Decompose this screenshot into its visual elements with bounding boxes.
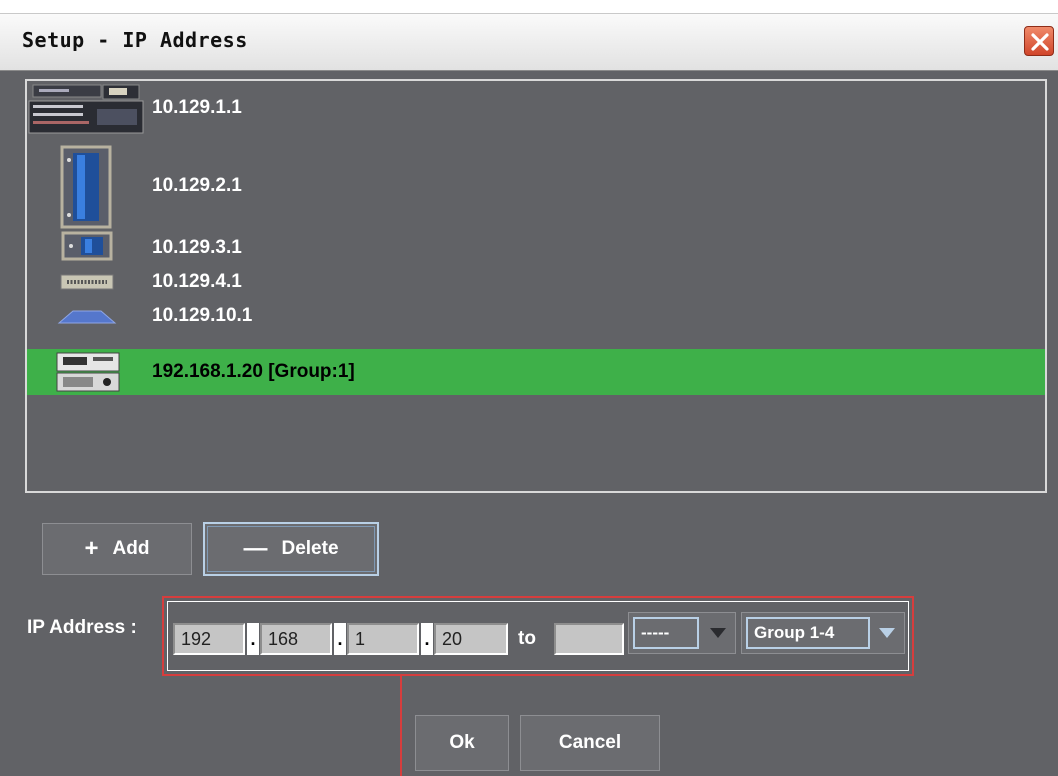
ip-octet-2-field[interactable] bbox=[260, 623, 332, 655]
ip-address-label: IP Address : bbox=[27, 617, 137, 638]
group-select[interactable]: Group 1-4 bbox=[741, 612, 905, 654]
cancel-button-label: Cancel bbox=[558, 732, 622, 753]
add-button-label: Add bbox=[112, 538, 150, 559]
recorder-device-icon bbox=[56, 352, 120, 392]
ip-separator: . bbox=[421, 623, 433, 655]
ok-button-label: Ok bbox=[449, 732, 475, 753]
device-row[interactable]: 10.129.3.1 bbox=[27, 231, 1045, 263]
router-icon bbox=[57, 310, 117, 324]
setup-ip-address-dialog: Setup - IP Address 10.129.1.1 10.129.2.1… bbox=[0, 13, 1058, 776]
range-select[interactable]: ----- bbox=[628, 612, 736, 654]
plus-icon: + bbox=[84, 535, 99, 562]
callout-pointer-line bbox=[400, 676, 402, 776]
device-row[interactable]: 10.129.2.1 bbox=[27, 145, 1045, 229]
ip-separator: . bbox=[247, 623, 259, 655]
ip-separator: . bbox=[334, 623, 346, 655]
device-row[interactable]: 10.129.1.1 bbox=[27, 83, 1045, 135]
ip-octet-1-field[interactable] bbox=[173, 623, 245, 655]
minus-icon: — bbox=[243, 535, 268, 562]
device-ip-label: 10.129.2.1 bbox=[152, 175, 242, 196]
delete-button[interactable]: — Delete bbox=[203, 522, 379, 576]
tower-server-icon bbox=[60, 145, 112, 229]
patch-panel-icon bbox=[60, 274, 114, 290]
device-row[interactable]: 10.129.10.1 bbox=[27, 299, 1045, 331]
range-select-value: ----- bbox=[633, 617, 699, 649]
device-ip-label: 10.129.3.1 bbox=[152, 237, 242, 258]
title-bar[interactable]: Setup - IP Address bbox=[0, 13, 1058, 71]
device-ip-label: 10.129.10.1 bbox=[152, 305, 253, 326]
range-end-field[interactable] bbox=[554, 623, 624, 655]
device-ip-label: 10.129.4.1 bbox=[152, 271, 242, 292]
device-row-selected[interactable]: 192.168.1.20 [Group:1] bbox=[27, 349, 1045, 395]
delete-button-label: Delete bbox=[281, 538, 339, 559]
close-button[interactable] bbox=[1024, 26, 1054, 56]
range-to-label: to bbox=[518, 628, 536, 649]
ip-octet-4-field[interactable] bbox=[434, 623, 508, 655]
cancel-button[interactable]: Cancel bbox=[520, 715, 660, 771]
device-ip-label: 192.168.1.20 [Group:1] bbox=[152, 361, 355, 382]
device-row[interactable]: 10.129.4.1 bbox=[27, 265, 1045, 297]
chevron-down-icon[interactable] bbox=[870, 613, 904, 653]
ip-octet-3-field[interactable] bbox=[347, 623, 419, 655]
device-ip-label: 10.129.1.1 bbox=[152, 97, 242, 118]
device-list[interactable]: 10.129.1.1 10.129.2.1 10.129.3.1 10.129.… bbox=[25, 79, 1047, 493]
ok-button[interactable]: Ok bbox=[415, 715, 509, 771]
group-select-value: Group 1-4 bbox=[746, 617, 870, 649]
rack-switch-icon bbox=[28, 84, 144, 134]
close-icon bbox=[1031, 33, 1049, 51]
chevron-down-icon[interactable] bbox=[701, 613, 735, 653]
small-server-icon bbox=[61, 231, 113, 261]
add-button[interactable]: + Add bbox=[42, 523, 192, 575]
window-title: Setup - IP Address bbox=[22, 28, 248, 52]
